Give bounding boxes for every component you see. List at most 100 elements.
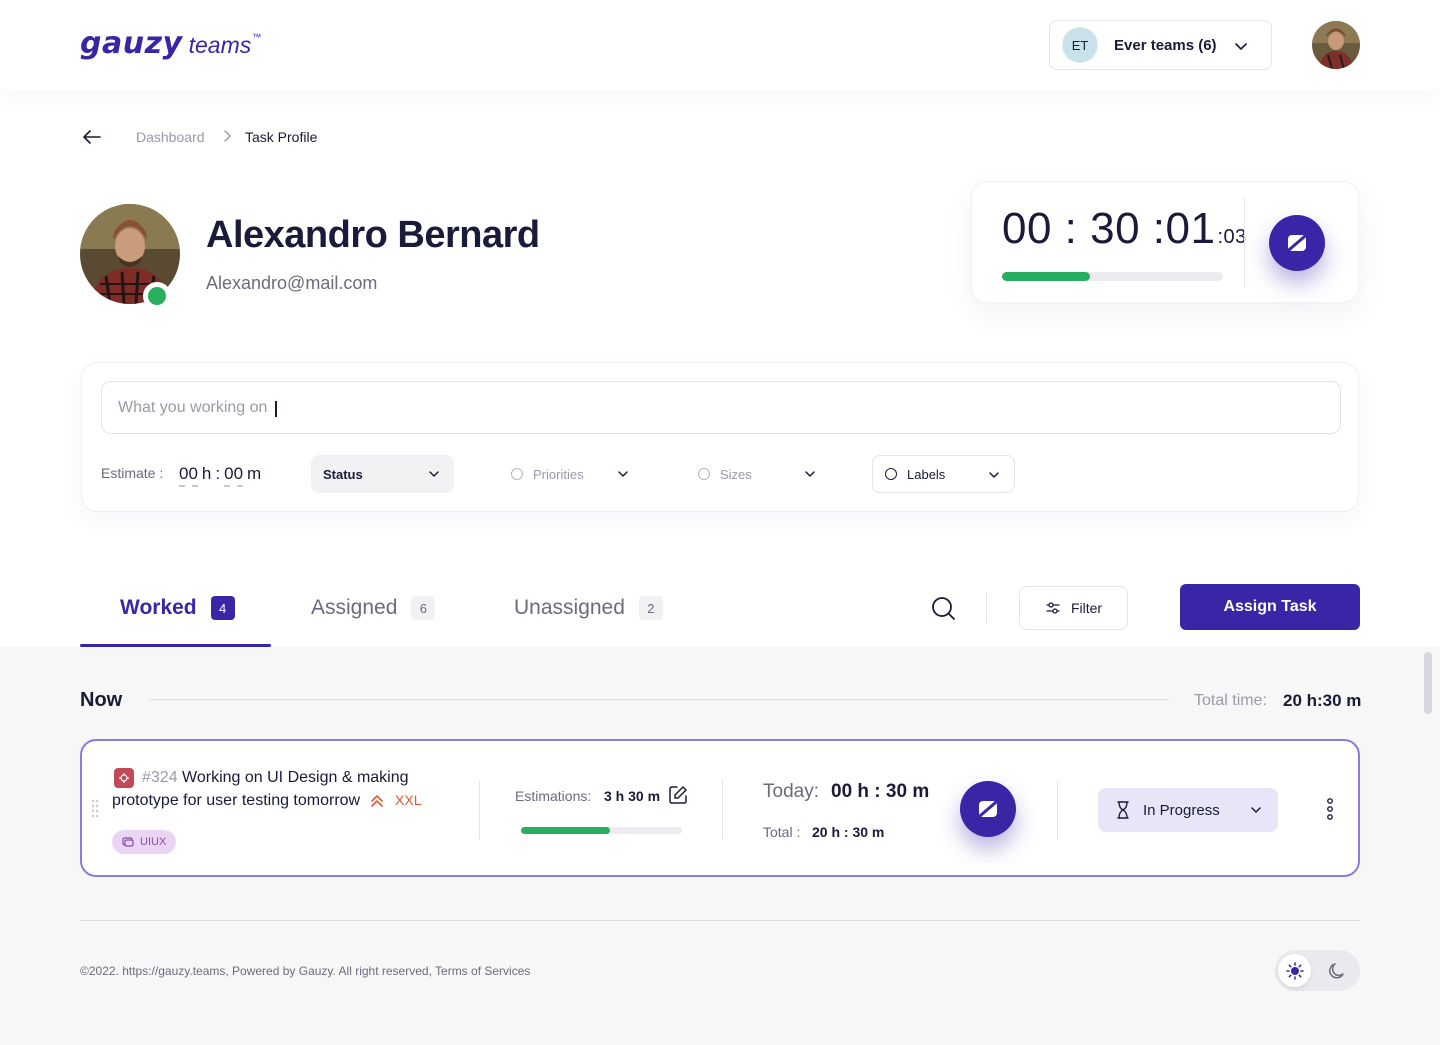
today-value: 00 h : 30 m bbox=[831, 781, 930, 802]
sizes-dropdown-label: Sizes bbox=[720, 466, 752, 482]
estimations-value: 3 h 30 m bbox=[604, 788, 661, 804]
team-selector-dropdown[interactable]: ET Ever teams (6) bbox=[1049, 20, 1272, 70]
logo-trademark: ™ bbox=[252, 32, 262, 42]
estimate-separator: : bbox=[215, 464, 221, 483]
estimate-input[interactable]: 00 h : 00 m bbox=[179, 464, 261, 487]
task-row-card[interactable]: #324 Working on UI Design & making proto… bbox=[80, 739, 1360, 877]
text-caret bbox=[275, 401, 277, 417]
timer-milliseconds: :03 bbox=[1217, 226, 1247, 248]
assign-task-button[interactable]: Assign Task bbox=[1180, 584, 1360, 630]
estimate-minutes-field[interactable]: 00 bbox=[224, 464, 244, 487]
circle-icon bbox=[885, 468, 897, 480]
priority-high-icon bbox=[370, 794, 383, 807]
labels-dropdown-label: Labels bbox=[907, 466, 946, 482]
tab-unassigned[interactable]: Unassigned 2 bbox=[514, 596, 663, 620]
task-timer-button[interactable] bbox=[960, 781, 1016, 837]
team-avatar: ET bbox=[1062, 27, 1098, 63]
labels-dropdown[interactable]: Labels bbox=[872, 455, 1015, 493]
timer-main-value: 00 : 30 :01 bbox=[1002, 204, 1216, 253]
total-time-label: Total time: bbox=[1194, 692, 1267, 709]
row-divider bbox=[479, 781, 480, 839]
circle-icon bbox=[698, 468, 710, 480]
task-input-card: Estimate : 00 h : 00 m Status Priorities… bbox=[81, 362, 1359, 512]
task-title-input[interactable] bbox=[101, 381, 1341, 434]
estimation-progress-bar bbox=[521, 827, 682, 834]
sun-icon bbox=[1285, 961, 1304, 980]
task-status-label: In Progress bbox=[1143, 801, 1220, 819]
back-arrow-icon[interactable] bbox=[80, 125, 104, 149]
status-dropdown-label: Status bbox=[323, 466, 363, 482]
theme-toggle[interactable] bbox=[1275, 950, 1360, 991]
task-size-tag: XXL bbox=[395, 792, 422, 808]
total-time-value: 20 h:30 m bbox=[1283, 691, 1362, 710]
row-divider bbox=[1057, 781, 1058, 839]
sizes-dropdown[interactable]: Sizes bbox=[698, 455, 818, 493]
profile-email: Alexandro@mail.com bbox=[206, 273, 378, 293]
scrollbar-thumb[interactable] bbox=[1424, 652, 1432, 714]
priorities-dropdown-label: Priorities bbox=[533, 466, 584, 482]
status-dropdown[interactable]: Status bbox=[311, 455, 454, 493]
filter-button-label: Filter bbox=[1070, 600, 1103, 616]
team-name: Ever teams (6) bbox=[1114, 36, 1217, 54]
moon-icon[interactable] bbox=[1326, 960, 1348, 982]
tab-assigned-count: 6 bbox=[411, 596, 436, 620]
chevron-down-icon bbox=[429, 471, 439, 477]
task-total-value: 20 h : 30 m bbox=[812, 824, 885, 840]
task-number: #324 bbox=[142, 769, 178, 786]
breadcrumb-current: Task Profile bbox=[245, 129, 318, 145]
task-status-dropdown[interactable]: In Progress bbox=[1098, 788, 1278, 832]
estimate-hours-unit: h bbox=[201, 464, 212, 483]
top-header: gauzy teams ™ ET Ever teams (6) bbox=[0, 0, 1440, 90]
chevron-down-icon bbox=[1235, 43, 1247, 50]
tab-unassigned-label: Unassigned bbox=[514, 596, 625, 619]
tab-worked[interactable]: Worked 4 bbox=[120, 596, 235, 620]
filter-button[interactable]: Filter bbox=[1019, 586, 1128, 630]
priorities-dropdown[interactable]: Priorities bbox=[511, 455, 631, 493]
search-icon[interactable] bbox=[929, 594, 957, 622]
timer-display: 00 : 30 :01:03 bbox=[1002, 204, 1247, 254]
chevron-right-icon bbox=[224, 130, 231, 142]
toolbar-divider bbox=[986, 593, 987, 623]
timer-card: 00 : 30 :01:03 bbox=[971, 181, 1359, 303]
estimate-hours-field[interactable]: 00 bbox=[179, 464, 198, 487]
chevron-down-icon bbox=[1251, 807, 1261, 813]
tab-assigned-label: Assigned bbox=[311, 596, 398, 619]
gauzy-teams-logo[interactable]: gauzy teams ™ bbox=[80, 26, 261, 61]
estimation-progress-fill bbox=[521, 827, 610, 834]
timer-play-button[interactable] bbox=[1269, 215, 1325, 271]
estimations-label: Estimations: bbox=[515, 788, 592, 804]
logo-sub-text: teams bbox=[188, 32, 252, 58]
task-title[interactable]: #324 Working on UI Design & making proto… bbox=[112, 767, 452, 812]
estimate-label: Estimate : bbox=[101, 465, 164, 481]
hourglass-icon bbox=[1117, 801, 1129, 819]
light-mode-button[interactable] bbox=[1278, 954, 1311, 987]
breadcrumb-dashboard-link[interactable]: Dashboard bbox=[136, 129, 205, 145]
user-avatar[interactable] bbox=[1312, 21, 1360, 69]
footer-copyright: ©2022. https://gauzy.teams, Powered by G… bbox=[80, 964, 531, 978]
tab-unassigned-count: 2 bbox=[638, 596, 663, 620]
task-label-badge: UIUX bbox=[112, 830, 177, 854]
section-title: Now bbox=[80, 689, 123, 711]
timer-progress-fill bbox=[1002, 272, 1091, 281]
timer-progress-bar bbox=[1002, 272, 1223, 281]
tab-worked-count: 4 bbox=[210, 596, 235, 620]
today-label: Today: bbox=[763, 781, 819, 802]
profile-name: Alexandro Bernard bbox=[206, 214, 540, 256]
row-divider bbox=[722, 781, 723, 839]
estimate-minutes-unit: m bbox=[247, 464, 262, 483]
timer-divider bbox=[1244, 198, 1245, 288]
chevron-down-icon bbox=[989, 472, 999, 478]
drag-handle-icon[interactable] bbox=[91, 799, 99, 817]
section-divider bbox=[149, 699, 1169, 700]
chevron-down-icon bbox=[805, 471, 815, 477]
task-total-label: Total : bbox=[763, 824, 801, 840]
footer-divider bbox=[80, 920, 1360, 921]
online-status-indicator bbox=[143, 282, 171, 310]
circle-icon bbox=[511, 468, 523, 480]
tab-worked-label: Worked bbox=[120, 596, 197, 619]
edit-icon[interactable] bbox=[667, 784, 689, 806]
timer-icon bbox=[1288, 235, 1306, 251]
more-options-icon[interactable] bbox=[1322, 797, 1338, 821]
chevron-down-icon bbox=[618, 471, 628, 477]
tab-assigned[interactable]: Assigned 6 bbox=[311, 596, 436, 620]
